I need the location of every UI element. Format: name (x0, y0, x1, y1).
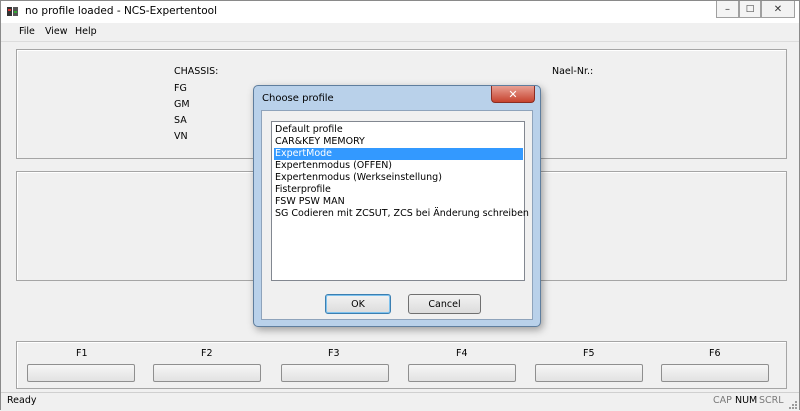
ok-button[interactable]: OK (325, 294, 391, 314)
dialog-body: Default profile CAR&KEY MEMORY ExpertMod… (261, 110, 533, 320)
profile-item[interactable]: Expertenmodus (Werkseinstellung) (274, 172, 523, 184)
menu-file[interactable]: File (19, 26, 35, 37)
minimize-button[interactable]: – (716, 1, 739, 18)
close-icon: ✕ (508, 87, 518, 101)
close-icon: ✕ (773, 3, 783, 15)
profile-item-selected[interactable]: ExpertMode (274, 148, 523, 160)
profile-list[interactable]: Default profile CAR&KEY MEMORY ExpertMod… (271, 121, 529, 281)
maximize-icon: □ (745, 4, 755, 14)
f6-button[interactable] (661, 364, 769, 382)
vn-label: VN (174, 131, 188, 142)
f3-label: F3 (328, 348, 340, 359)
f2-button[interactable] (153, 364, 261, 382)
window-title: no profile loaded - NCS-Expertentool (25, 5, 217, 17)
resize-grip-icon[interactable] (787, 399, 797, 409)
fg-label: FG (174, 83, 187, 94)
f1-button[interactable] (27, 364, 135, 382)
gm-label: GM (174, 99, 190, 110)
status-bar: Ready CAP NUM SCRL (1, 392, 799, 411)
cancel-button[interactable]: Cancel (408, 294, 481, 314)
f4-button[interactable] (408, 364, 516, 382)
main-window: no profile loaded - NCS-Expertentool – □… (0, 0, 800, 411)
f2-label: F2 (201, 348, 213, 359)
num-indicator: NUM (735, 395, 758, 406)
profile-item[interactable]: CAR&KEY MEMORY (274, 136, 523, 148)
f3-button[interactable] (281, 364, 389, 382)
profile-item[interactable]: Default profile (274, 124, 523, 136)
app-icon (7, 7, 18, 16)
maximize-button[interactable]: □ (739, 1, 761, 18)
minimize-icon: – (725, 3, 730, 15)
f1-label: F1 (76, 348, 88, 359)
chassis-label: CHASSIS: (174, 66, 219, 77)
profile-item[interactable]: Expertenmodus (OFFEN) (274, 160, 523, 172)
dialog-title: Choose profile (262, 93, 334, 104)
f5-button[interactable] (535, 364, 643, 382)
f4-label: F4 (456, 348, 468, 359)
nael-nr-label: Nael-Nr.: (552, 66, 594, 77)
profile-item[interactable]: SG Codieren mit ZCSUT, ZCS bei Änderung … (274, 208, 529, 220)
profile-item[interactable]: FSW PSW MAN (274, 196, 523, 208)
profile-item[interactable]: Fisterprofile (274, 184, 523, 196)
status-text: Ready (7, 395, 37, 406)
choose-profile-dialog: Choose profile ✕ Default profile CAR&KEY… (253, 85, 541, 327)
f5-label: F5 (583, 348, 595, 359)
close-button[interactable]: ✕ (761, 1, 795, 18)
function-key-panel: F1 F2 F3 F4 F5 F6 (16, 341, 787, 389)
menu-view[interactable]: View (45, 26, 68, 37)
menu-help[interactable]: Help (75, 26, 97, 37)
f6-label: F6 (709, 348, 721, 359)
sa-label: SA (174, 115, 187, 126)
scrl-indicator: SCRL (759, 395, 784, 406)
dialog-close-button[interactable]: ✕ (491, 86, 535, 103)
cap-indicator: CAP (713, 395, 732, 406)
menu-bar: File View Help (1, 23, 799, 42)
title-bar[interactable]: no profile loaded - NCS-Expertentool – □… (1, 1, 799, 23)
